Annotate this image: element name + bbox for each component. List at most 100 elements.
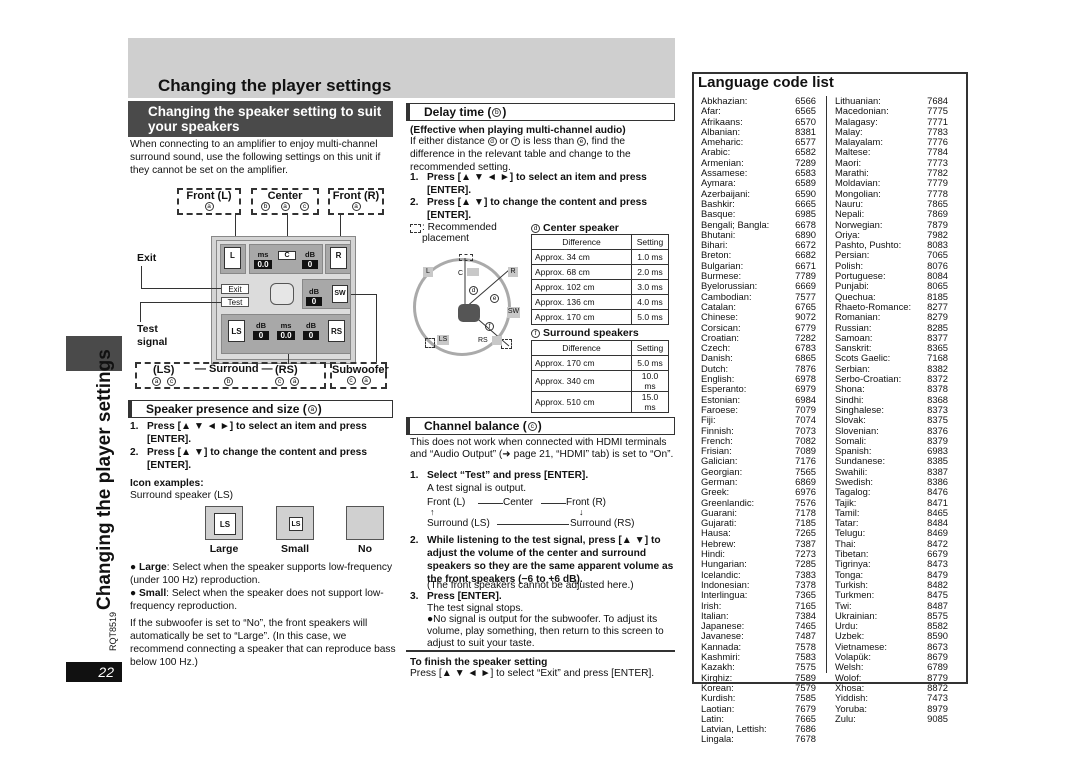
- center-db-unit: dB: [305, 250, 315, 259]
- mark-a-icon: a: [280, 202, 290, 212]
- language-name: Lingala:: [701, 733, 734, 745]
- rs-db-value[interactable]: 0: [303, 331, 319, 340]
- delay-step-1: 1. Press [▲ ▼ ◄ ►] to select an item and …: [410, 171, 674, 197]
- front-l-box: Front (L) a: [177, 188, 241, 215]
- step-number: 2.: [410, 197, 419, 208]
- difference-cell: Approx. 340 cm: [531, 370, 632, 392]
- mark-c-icon: c: [527, 422, 537, 432]
- language-item: Slovak: 8375: [835, 414, 948, 425]
- presence-step-1: 1. Press [▲ ▼ ◄ ►] to select an item and …: [130, 420, 395, 446]
- language-item: Chinese: 9072: [701, 311, 816, 323]
- icon-example-small: LS: [276, 506, 314, 540]
- sw-db-value[interactable]: 0: [306, 297, 322, 306]
- setting-cell: 1.0 ms: [631, 249, 669, 265]
- language-code: 7074: [795, 414, 816, 426]
- speaker-l-icon[interactable]: L: [224, 247, 241, 269]
- speaker-sw-icon[interactable]: SW: [332, 285, 348, 303]
- subwoofer-label: Subwoofer: [332, 364, 389, 376]
- mark-e-icon: e: [576, 136, 586, 146]
- flow-center: Center: [503, 497, 534, 508]
- text: is less than: [520, 136, 577, 147]
- speaker-r-icon[interactable]: R: [330, 247, 347, 269]
- ls-label: (LS): [153, 364, 175, 376]
- ls-placement-box: [425, 338, 435, 348]
- center-ms-value[interactable]: 0.0: [254, 260, 272, 269]
- icon-example-no: [346, 506, 384, 540]
- center-db-value[interactable]: 0: [302, 260, 318, 269]
- mark-c-icon: c: [275, 377, 284, 387]
- language-column-right: Lithuanian: 7684 Macedonian: 7775 Malagasy: 7…: [835, 95, 948, 724]
- flow-surround-ls: Surround (LS): [427, 518, 490, 529]
- center-ms-unit: ms: [257, 250, 269, 259]
- difference-cell: Approx. 136 cm: [531, 294, 632, 310]
- connector-line: [141, 266, 142, 288]
- ls-db-value[interactable]: 0: [253, 331, 269, 340]
- balance-step-3-note: ●No signal is output for the subwoofer. …: [427, 614, 664, 649]
- delay-intro: If either distance d or f is less than e…: [410, 135, 672, 174]
- step-number: 2.: [410, 535, 419, 546]
- speaker-c-icon[interactable]: C: [278, 251, 296, 260]
- surround-speaker-table: Difference Setting Approx. 170 cm 5.0 ms A…: [531, 340, 669, 413]
- mark-f-icon: f: [531, 328, 540, 338]
- doc-code-text: RQT8519: [108, 612, 118, 652]
- ls-db-unit: dB: [256, 321, 266, 330]
- finish-text: Press [▲ ▼ ◄ ►] to select “Exit” and pre…: [410, 668, 655, 679]
- language-item: Yiddish: 7473: [835, 692, 948, 703]
- flow-arrow-up: ↑: [430, 507, 435, 517]
- sw-db-unit: dB: [309, 287, 319, 296]
- table-row: Approx. 170 cm 5.0 ms: [531, 355, 669, 371]
- speaker-rs-icon[interactable]: RS: [328, 320, 345, 342]
- language-name: Chinese:: [701, 311, 739, 323]
- title-paren: ): [537, 419, 542, 433]
- table-row: Approx. 170 cm 5.0 ms: [531, 309, 669, 325]
- side-title: Changing the player settings: [94, 349, 124, 610]
- speaker-sw-mini: SW: [507, 307, 520, 318]
- exit-callout: Exit: [137, 252, 157, 264]
- step-text: Press [▲ ▼] to change the content and pr…: [427, 197, 647, 221]
- bullet-term: Large: [138, 562, 167, 573]
- presence-size-title: Speaker presence and size (a): [128, 400, 393, 418]
- column-header: Setting: [631, 234, 669, 250]
- mark-f-icon: f: [511, 136, 521, 146]
- mark-b-icon: b: [224, 377, 233, 387]
- speaker-setting-title: Changing the speaker setting to suit you…: [128, 101, 393, 137]
- speaker-r-mini: R: [508, 267, 518, 277]
- speaker-ls-icon[interactable]: LS: [228, 320, 245, 342]
- language-name: Kurdish:: [701, 692, 736, 704]
- rs-placement-box: [501, 339, 512, 349]
- table-title-text: Surround speakers: [543, 327, 639, 339]
- test-callout-line1: Test: [137, 323, 158, 335]
- test-callout-line2: signal: [137, 336, 168, 348]
- mark-a-icon: a: [351, 202, 361, 212]
- step-text: Press [▲ ▼] to change the content and pr…: [147, 447, 367, 471]
- difference-cell: Approx. 68 cm: [531, 264, 632, 280]
- surround-table-title: f Surround speakers: [531, 327, 639, 339]
- language-item: Zulu: 9085: [835, 713, 948, 724]
- speaker-c-label: C: [458, 270, 464, 277]
- listener-seat-icon: [270, 283, 294, 305]
- channel-balance-title-text: Channel balance (: [424, 419, 527, 433]
- connector-line: [376, 294, 377, 362]
- connector-line: [140, 302, 141, 322]
- ls-small-speaker-icon: LS: [289, 517, 303, 531]
- column-divider: [826, 96, 827, 673]
- language-code: 8279: [927, 311, 948, 323]
- flow-surround-rs: Surround (RS): [570, 518, 635, 529]
- step-number: 1.: [410, 172, 419, 183]
- mark-a-icon: a: [204, 202, 214, 212]
- icon-caption-no: No: [358, 543, 372, 555]
- subwoofer-note: If the subwoofer is set to “No”, the fro…: [130, 618, 396, 668]
- exit-button[interactable]: Exit: [221, 284, 249, 294]
- surround-ms-value[interactable]: 0.0: [277, 331, 295, 340]
- speaker-rs-mini: [492, 336, 502, 345]
- mark-d-icon: d: [531, 223, 540, 233]
- mark-a-icon: a: [152, 377, 161, 387]
- step-number: 1.: [410, 470, 419, 481]
- side-title-text: Changing the player settings: [94, 349, 115, 610]
- table-row: Approx. 102 cm 3.0 ms: [531, 279, 669, 295]
- setting-cell: 5.0 ms: [631, 355, 669, 371]
- speaker-ls-mini: LS: [437, 335, 449, 345]
- test-button[interactable]: Test: [221, 297, 249, 307]
- language-name: Fiji:: [701, 414, 716, 426]
- setting-cell: 2.0 ms: [631, 264, 669, 280]
